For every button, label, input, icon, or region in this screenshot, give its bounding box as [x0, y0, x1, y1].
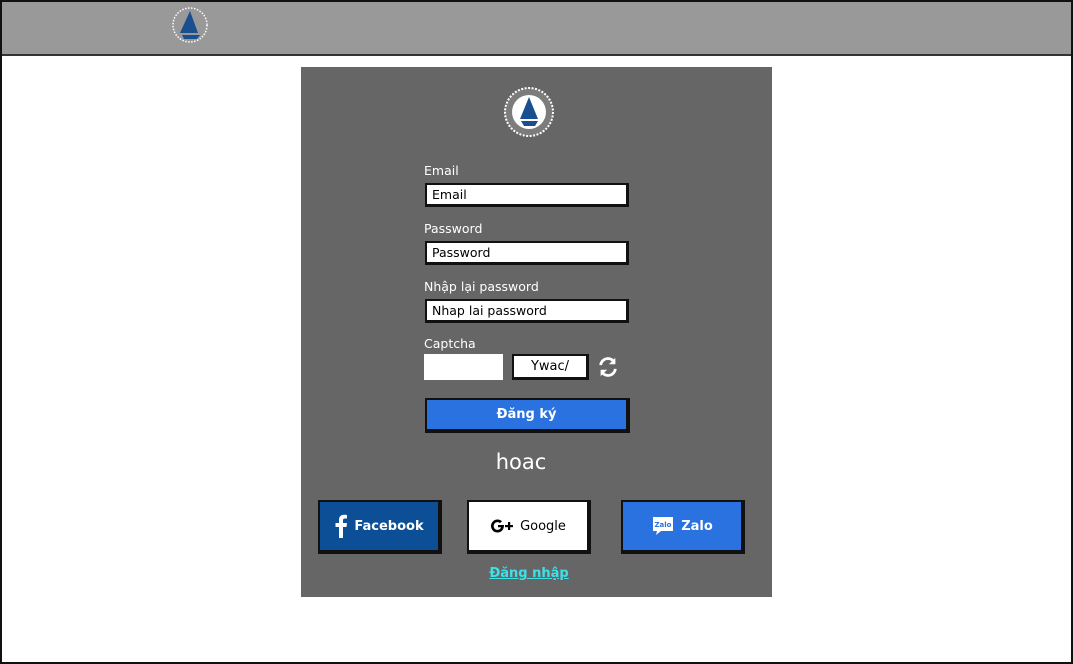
google-label: Google — [520, 518, 566, 534]
google-login-button[interactable]: Google — [467, 500, 591, 554]
login-link[interactable]: Đăng nhập — [301, 566, 757, 581]
app-window: Email Password Nhập lại password Captcha… — [0, 0, 1073, 664]
register-panel: Email Password Nhập lại password Captcha… — [301, 67, 772, 597]
captcha-input[interactable] — [424, 354, 503, 380]
facebook-login-button[interactable]: Facebook — [318, 500, 442, 554]
zalo-login-button[interactable]: Zalo Zalo — [621, 500, 745, 554]
facebook-label: Facebook — [354, 518, 424, 534]
zalo-label: Zalo — [681, 518, 713, 534]
zalo-icon: Zalo — [651, 515, 675, 537]
repassword-label: Nhập lại password — [424, 279, 539, 294]
top-bar — [2, 2, 1071, 56]
register-button[interactable]: Đăng ký — [425, 398, 630, 433]
or-divider-text: hoac — [495, 450, 547, 474]
university-logo — [504, 87, 554, 137]
email-label: Email — [424, 163, 459, 178]
captcha-image: Ywac/ — [512, 354, 589, 380]
captcha-label: Captcha — [424, 336, 476, 351]
password-label: Password — [424, 221, 483, 236]
email-field[interactable] — [425, 183, 629, 207]
google-plus-icon — [490, 518, 514, 534]
facebook-icon — [334, 514, 348, 538]
university-logo[interactable] — [162, 5, 218, 45]
password-field[interactable] — [425, 241, 629, 265]
repassword-field[interactable] — [425, 299, 629, 323]
refresh-icon[interactable] — [597, 356, 619, 378]
zalo-badge-text: Zalo — [655, 521, 672, 529]
